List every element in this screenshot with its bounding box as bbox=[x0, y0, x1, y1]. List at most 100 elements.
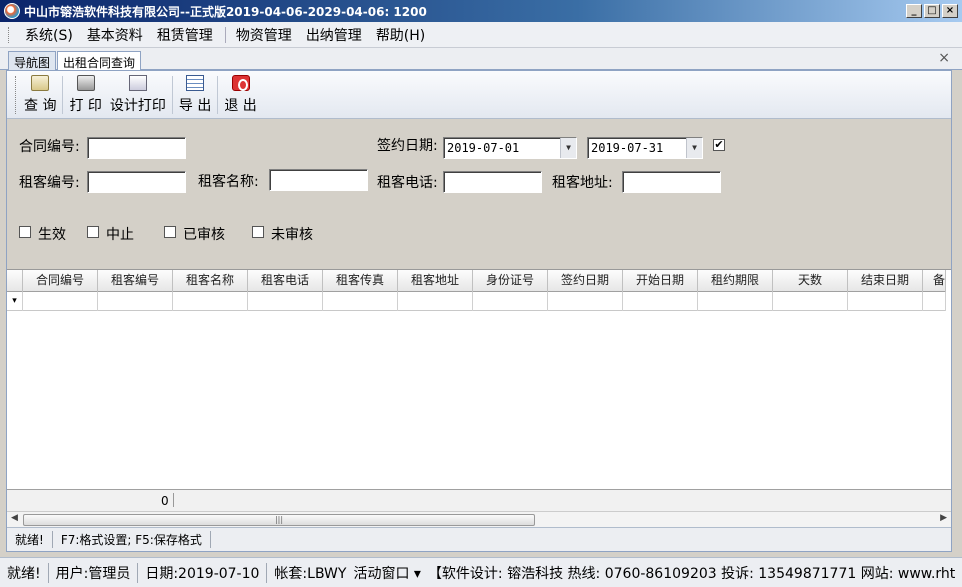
menu-system[interactable]: 系统(S) bbox=[19, 25, 79, 45]
summary-value: 0 bbox=[161, 494, 169, 508]
document-tabs: 导航图 出租合同查询 × bbox=[0, 48, 962, 71]
column-header[interactable]: 合同编号 bbox=[23, 270, 98, 292]
table-cell[interactable] bbox=[848, 292, 923, 311]
date-from-value: 2019-07-01 bbox=[447, 141, 520, 155]
status-date: 日期:2019-07-10 bbox=[138, 562, 268, 583]
status-terminated-label: 中止 bbox=[106, 227, 134, 243]
tenant-phone-label: 租客电话: bbox=[377, 175, 438, 191]
chevron-down-icon[interactable]: ▼ bbox=[686, 138, 702, 158]
column-header[interactable]: 租客编号 bbox=[98, 270, 173, 292]
query-button[interactable]: 查 询 bbox=[20, 71, 60, 118]
menu-basic-data[interactable]: 基本资料 bbox=[81, 25, 149, 45]
status-effective-checkbox[interactable] bbox=[19, 226, 31, 238]
scroll-left-icon[interactable]: ◀ bbox=[11, 513, 18, 523]
export-button-label: 导 出 bbox=[178, 98, 212, 114]
table-cell[interactable] bbox=[23, 292, 98, 311]
power-icon bbox=[231, 75, 250, 91]
print-button[interactable]: 打 印 bbox=[65, 71, 105, 118]
scroll-right-icon[interactable]: ▶ bbox=[940, 513, 947, 523]
status-audited-checkbox[interactable] bbox=[164, 226, 176, 238]
workspace: 查 询 打 印 设计打印 导 出 退 出 合同编号: 签约日期: 2019-07… bbox=[6, 70, 952, 552]
status-audited-label: 已审核 bbox=[183, 227, 225, 243]
menu-lease-management[interactable]: 租赁管理 bbox=[151, 25, 219, 45]
table-cell[interactable] bbox=[923, 292, 946, 311]
table-cell[interactable] bbox=[248, 292, 323, 311]
design-print-button-label: 设计打印 bbox=[109, 98, 166, 114]
table-cell[interactable] bbox=[698, 292, 773, 311]
table-cell[interactable] bbox=[473, 292, 548, 311]
exit-button-label: 退 出 bbox=[224, 98, 257, 114]
table-row[interactable]: ▾ bbox=[7, 292, 946, 311]
toolbar-grip bbox=[15, 76, 18, 114]
close-button[interactable]: × bbox=[942, 4, 958, 18]
status-effective-label: 生效 bbox=[38, 227, 66, 243]
active-window-dropdown[interactable]: 活动窗口 ▾ bbox=[346, 563, 427, 583]
date-filter-checkbox[interactable]: ✔ bbox=[713, 139, 725, 151]
status-account: 帐套:LBWY bbox=[274, 565, 347, 582]
new-row-indicator-icon: ▾ bbox=[7, 292, 23, 311]
column-header[interactable]: 天数 bbox=[773, 270, 848, 292]
query-icon bbox=[31, 75, 50, 91]
scroll-thumb[interactable]: ||| bbox=[23, 514, 535, 526]
toolbar-separator bbox=[171, 76, 173, 114]
status-terminated-checkbox[interactable] bbox=[87, 226, 99, 238]
menu-separator bbox=[224, 26, 226, 43]
status-software-design: 【软件设计: 镕浩科技 热线: 0760-86109203 投诉: 135498… bbox=[427, 565, 956, 582]
minimize-button[interactable]: _ bbox=[906, 4, 922, 18]
column-header[interactable]: 租客传真 bbox=[323, 270, 398, 292]
tab-lease-contract-query[interactable]: 出租合同查询 bbox=[57, 51, 142, 71]
filter-form: 合同编号: 签约日期: 2019-07-01 ▼ 2019-07-31 ▼ ✔ … bbox=[7, 119, 951, 269]
table-cell[interactable] bbox=[398, 292, 473, 311]
tab-close-icon[interactable]: × bbox=[938, 50, 950, 66]
contract-no-input[interactable] bbox=[87, 137, 186, 159]
tenant-address-input[interactable] bbox=[622, 171, 721, 193]
tenant-phone-input[interactable] bbox=[443, 171, 542, 193]
contract-grid[interactable]: 合同编号 租客编号 租客名称 租客电话 租客传真 租客地址 身份证号 签约日期 … bbox=[7, 269, 951, 489]
column-header[interactable]: 租客电话 bbox=[248, 270, 323, 292]
chevron-down-icon[interactable]: ▼ bbox=[560, 138, 576, 158]
tenant-no-input[interactable] bbox=[87, 171, 186, 193]
menu-help[interactable]: 帮助(H) bbox=[370, 25, 431, 45]
summary-divider bbox=[173, 493, 174, 507]
exit-button[interactable]: 退 出 bbox=[220, 71, 260, 118]
table-cell[interactable] bbox=[173, 292, 248, 311]
main-status-bar: 就绪! 用户:管理员 日期:2019-07-10 帐套:LBWY 活动窗口 ▾ … bbox=[0, 557, 962, 587]
design-print-button[interactable]: 设计打印 bbox=[106, 71, 170, 118]
toolbar-separator bbox=[217, 76, 219, 114]
query-button-label: 查 询 bbox=[24, 98, 57, 114]
column-header[interactable]: 租约期限 bbox=[698, 270, 773, 292]
date-to-combo[interactable]: 2019-07-31 ▼ bbox=[587, 137, 703, 159]
column-header[interactable]: 备 bbox=[923, 270, 946, 292]
table-cell[interactable] bbox=[323, 292, 398, 311]
horizontal-scrollbar[interactable]: ◀ ||| ▶ bbox=[7, 511, 951, 527]
table-cell[interactable] bbox=[98, 292, 173, 311]
table-cell[interactable] bbox=[773, 292, 848, 311]
menu-material-management[interactable]: 物资管理 bbox=[230, 25, 298, 45]
inner-status-ready: 就绪! bbox=[7, 531, 53, 548]
export-button[interactable]: 导 出 bbox=[175, 71, 215, 118]
tenant-name-label: 租客名称: bbox=[198, 174, 259, 190]
design-print-icon bbox=[128, 75, 147, 91]
column-header[interactable]: 开始日期 bbox=[623, 270, 698, 292]
inner-status-hint: F7:格式设置; F5:保存格式 bbox=[53, 531, 211, 548]
column-header[interactable]: 身份证号 bbox=[473, 270, 548, 292]
table-cell[interactable] bbox=[548, 292, 623, 311]
row-indicator-header bbox=[7, 270, 23, 292]
menu-bar: 系统(S) 基本资料 租赁管理 物资管理 出纳管理 帮助(H) bbox=[0, 22, 962, 48]
status-unaudited-checkbox[interactable] bbox=[252, 226, 264, 238]
column-header[interactable]: 签约日期 bbox=[548, 270, 623, 292]
maximize-button[interactable]: □ bbox=[924, 4, 940, 18]
column-header[interactable]: 租客名称 bbox=[173, 270, 248, 292]
status-user: 用户:管理员 bbox=[49, 562, 139, 583]
column-header[interactable]: 租客地址 bbox=[398, 270, 473, 292]
tenant-name-input[interactable] bbox=[269, 169, 368, 191]
status-unaudited-label: 未审核 bbox=[271, 227, 313, 243]
print-button-label: 打 印 bbox=[69, 98, 102, 114]
column-header[interactable]: 结束日期 bbox=[848, 270, 923, 292]
menu-cashier-management[interactable]: 出纳管理 bbox=[300, 25, 368, 45]
table-cell[interactable] bbox=[623, 292, 698, 311]
contract-no-label: 合同编号: bbox=[19, 139, 80, 155]
date-from-combo[interactable]: 2019-07-01 ▼ bbox=[443, 137, 577, 159]
date-to-value: 2019-07-31 bbox=[591, 141, 664, 155]
tab-navigation[interactable]: 导航图 bbox=[8, 51, 57, 70]
